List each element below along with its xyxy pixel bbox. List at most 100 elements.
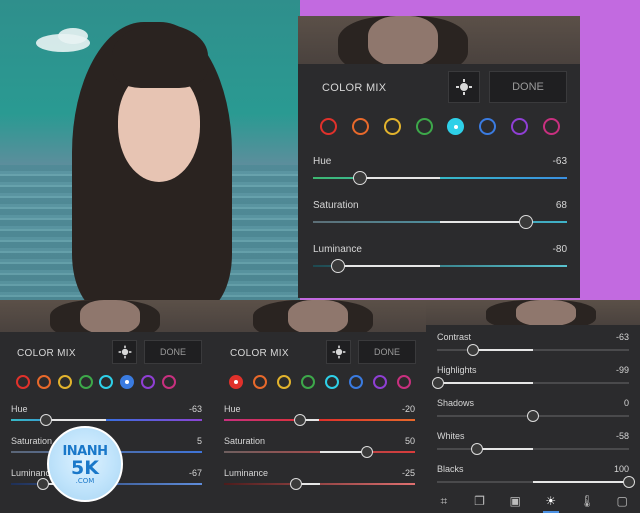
swatch-purple[interactable]: [141, 375, 156, 389]
slider-fill: [338, 265, 440, 267]
swatch-magenta[interactable]: [542, 118, 560, 135]
swatch-blue[interactable]: [120, 375, 135, 389]
slider-saturation: Saturation 68: [313, 200, 567, 229]
panel-photo-strip: [426, 300, 640, 325]
swatch-orange[interactable]: [36, 375, 51, 389]
slider-label: Blacks: [437, 464, 464, 474]
slider-track[interactable]: [313, 215, 567, 229]
target-icon: [456, 79, 472, 95]
slider-fill: [472, 349, 533, 351]
swatch-yellow[interactable]: [383, 118, 401, 135]
target-adjust-button[interactable]: [448, 71, 480, 103]
slider-label: Contrast: [437, 332, 472, 342]
done-button[interactable]: DONE: [489, 71, 567, 103]
swatch-blue[interactable]: [479, 118, 497, 135]
slider-thumb[interactable]: [519, 215, 534, 229]
slider-label: Luminance: [224, 468, 269, 478]
slider-value: 50: [404, 436, 415, 446]
swatch-orange[interactable]: [253, 375, 267, 389]
slider-thumb[interactable]: [471, 443, 484, 455]
slider-track[interactable]: [224, 478, 415, 490]
slider-label: Whites: [437, 431, 465, 441]
swatch-red[interactable]: [16, 375, 30, 389]
slider-thumb[interactable]: [466, 344, 479, 356]
slider-highlights: Highlights -99: [431, 365, 629, 389]
frame-icon[interactable]: ▢: [615, 494, 629, 508]
swatch-blue[interactable]: [349, 375, 363, 389]
slider-track[interactable]: [224, 414, 415, 426]
swatch-yellow[interactable]: [57, 375, 72, 389]
slider-label: Hue: [224, 404, 241, 414]
slider-luminance: Luminance -25: [224, 468, 415, 490]
slider-thumb[interactable]: [294, 414, 307, 426]
swatch-green[interactable]: [78, 375, 93, 389]
image-adjust-icon[interactable]: ▣: [508, 494, 522, 508]
slider-hue: Hue -63: [11, 404, 202, 426]
slider-luminance: Luminance -80: [313, 244, 567, 273]
slider-fill: [46, 419, 107, 421]
target-adjust-button[interactable]: [326, 340, 351, 364]
light-panel-right: Contrast -63 Highlights -99 Shadows 0 Whites -5…: [426, 325, 640, 513]
slider-value: -63: [552, 156, 567, 167]
slider-thumb[interactable]: [527, 410, 539, 422]
swatch-red[interactable]: [320, 118, 337, 135]
color-swatches: [320, 118, 560, 135]
panel-photo-strip: [298, 16, 580, 64]
slider-thumb[interactable]: [289, 478, 302, 490]
target-adjust-button[interactable]: [112, 340, 137, 364]
slider-track[interactable]: [224, 446, 415, 458]
swatch-purple[interactable]: [511, 118, 529, 135]
thermometer-icon[interactable]: 🌡: [579, 494, 594, 508]
slider-track[interactable]: [437, 443, 629, 455]
slider-label: Shadows: [437, 398, 475, 408]
slider-track[interactable]: [313, 171, 567, 185]
slider-label: Luminance: [313, 244, 362, 255]
slider-value: 68: [555, 200, 567, 211]
done-button[interactable]: DONE: [144, 340, 202, 364]
swatch-yellow[interactable]: [277, 375, 291, 389]
slider-value: -20: [401, 404, 415, 414]
done-button[interactable]: DONE: [358, 340, 416, 364]
slider-track[interactable]: [431, 377, 629, 389]
swatch-aqua[interactable]: [325, 375, 339, 389]
slider-thumb[interactable]: [352, 171, 367, 185]
swatch-orange[interactable]: [351, 118, 369, 135]
slider-track[interactable]: [11, 414, 202, 426]
layers-icon[interactable]: ❐: [472, 494, 486, 508]
swatch-magenta[interactable]: [397, 375, 411, 389]
slider-track[interactable]: [437, 476, 635, 488]
slider-thumb[interactable]: [40, 414, 53, 426]
swatch-green[interactable]: [415, 118, 433, 135]
slider-value: -63: [615, 332, 629, 342]
slider-thumb[interactable]: [431, 377, 444, 389]
slider-value: -67: [188, 468, 202, 478]
slider-track[interactable]: [437, 344, 629, 356]
swatch-green[interactable]: [301, 375, 315, 389]
slider-track[interactable]: [313, 259, 567, 273]
swatch-red[interactable]: [229, 375, 243, 389]
slider-thumb[interactable]: [331, 259, 346, 273]
slider-value: -63: [188, 404, 202, 414]
collage-canvas: COLOR MIX DONE Hue -63 Saturation 68 Luminan…: [0, 0, 640, 513]
slider-thumb[interactable]: [623, 476, 635, 488]
slider-label: Saturation: [11, 436, 53, 446]
portrait-photo: [0, 0, 300, 300]
light-icon[interactable]: ☀: [544, 494, 558, 508]
swatch-aqua[interactable]: [99, 375, 114, 389]
slider-thumb[interactable]: [36, 478, 49, 490]
crop-icon[interactable]: ⌗: [437, 494, 451, 508]
slider-fill: [437, 382, 533, 384]
color-swatches: [229, 375, 411, 389]
swatch-aqua[interactable]: [447, 118, 465, 135]
slider-value: -58: [615, 431, 629, 441]
slider-thumb[interactable]: [361, 446, 374, 458]
panel-title: COLOR MIX: [322, 82, 387, 94]
panel-title: COLOR MIX: [230, 348, 289, 359]
slider-label: Hue: [313, 156, 332, 167]
color-mix-panel-middle: COLOR MIX DONE Hue -20 Saturation 50 Luminan…: [213, 332, 426, 513]
slider-value: -25: [401, 468, 415, 478]
swatch-purple[interactable]: [373, 375, 387, 389]
swatch-magenta[interactable]: [161, 375, 176, 389]
slider-track[interactable]: [437, 410, 629, 422]
slider-fill: [533, 481, 629, 483]
